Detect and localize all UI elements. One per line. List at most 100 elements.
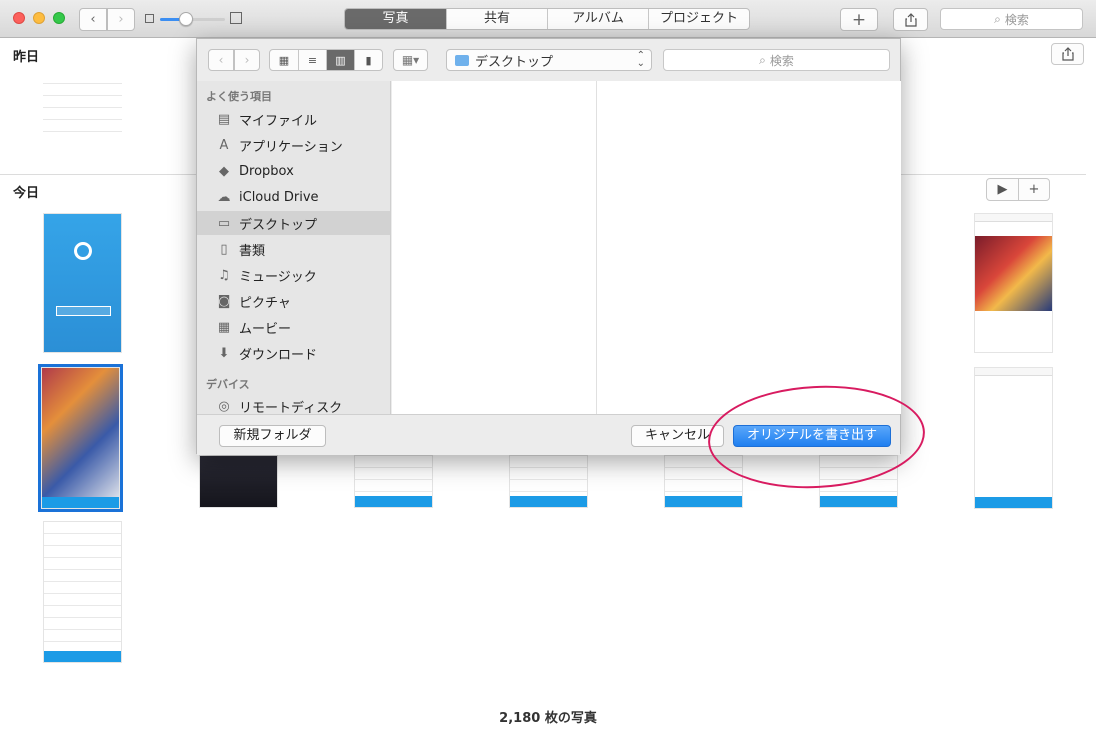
arrange-button[interactable]: ▦▾: [393, 49, 428, 71]
photo-thumbnail[interactable]: [43, 213, 122, 353]
add-button[interactable]: +: [840, 8, 878, 31]
section-today-label: 今日: [13, 186, 40, 201]
sidebar-item-downloads[interactable]: ⬇ ダウンロード: [197, 341, 390, 365]
sidebar-item-desktop[interactable]: ▭ デスクトップ: [197, 211, 390, 235]
photo-thumbnail[interactable]: [509, 455, 588, 508]
sidebar-item-documents[interactable]: ▯ 書類: [197, 237, 390, 261]
sidebar-item-applications[interactable]: A アプリケーション: [197, 133, 390, 157]
camera-icon: ◙: [217, 293, 231, 309]
plus-icon: +: [851, 9, 867, 30]
dialog-forward-button[interactable]: ›: [234, 49, 260, 71]
search-placeholder: 検索: [1004, 12, 1029, 27]
desktop-icon: ▭: [217, 215, 231, 231]
thumbnail-status-bar: [975, 214, 1052, 222]
section-add-button[interactable]: +: [1018, 179, 1049, 200]
sidebar-item-icloud-drive[interactable]: ☁ iCloud Drive: [197, 185, 390, 209]
grid-icon: ▦: [278, 53, 290, 67]
sidebar-item-label: ムービー: [239, 321, 292, 337]
sidebar-item-label: デスクトップ: [239, 217, 318, 233]
sidebar-item-label: ダウンロード: [239, 347, 318, 363]
disc-icon: ◎: [218, 398, 230, 414]
photo-thumbnail[interactable]: [43, 72, 122, 139]
section-share-button[interactable]: [1051, 43, 1084, 65]
tab-albums[interactable]: アルバム: [547, 9, 648, 29]
play-icon: ▶: [997, 182, 1008, 197]
zoom-window-button[interactable]: [53, 12, 65, 24]
search-field[interactable]: ⌕ 検索: [940, 8, 1083, 30]
view-segmented-control: 写真 共有 アルバム プロジェクト: [344, 8, 750, 30]
location-label: デスクトップ: [475, 54, 554, 70]
list-view-button[interactable]: ≡: [298, 50, 326, 70]
view-mode-control: ▦ ≡ ▥ ▮: [269, 49, 383, 71]
sidebar-item-label: ミュージック: [239, 269, 317, 285]
thumbnail-player-bar: [665, 496, 742, 507]
thumbnail-player-bar: [355, 496, 432, 507]
photo-thumbnail[interactable]: [354, 455, 433, 508]
sidebar-item-pictures[interactable]: ◙ ピクチャ: [197, 289, 390, 313]
chevron-right-icon: ›: [244, 53, 250, 67]
dialog-search-field[interactable]: ⌕ 検索: [663, 49, 890, 71]
search-icon: ⌕: [759, 52, 766, 67]
close-window-button[interactable]: [13, 12, 25, 24]
location-popup[interactable]: デスクトップ ⌃ ⌄: [446, 49, 652, 71]
minimize-window-button[interactable]: [33, 12, 45, 24]
photo-count: 2,180 枚の写真: [499, 711, 597, 726]
sidebar-item-my-files[interactable]: ▤ マイファイル: [197, 107, 390, 131]
tab-shared[interactable]: 共有: [446, 9, 547, 29]
favorites-header: よく使う項目: [206, 90, 272, 103]
folder-icon: [455, 54, 469, 66]
plus-icon: +: [1028, 182, 1040, 197]
sidebar-item-dropbox[interactable]: ◆ Dropbox: [197, 159, 390, 183]
browser-column-2[interactable]: [597, 81, 901, 414]
sidebar-item-label: iCloud Drive: [239, 189, 319, 205]
tab-projects[interactable]: プロジェクト: [648, 9, 749, 29]
coverflow-view-button[interactable]: ▮: [354, 50, 382, 70]
sidebar-item-movies[interactable]: ▦ ムービー: [197, 315, 390, 339]
dropbox-icon: ◆: [219, 163, 229, 179]
dialog-back-button[interactable]: ‹: [208, 49, 234, 71]
documents-icon: ▯: [220, 241, 228, 257]
tab-photos[interactable]: 写真: [345, 9, 446, 29]
film-icon: ▦: [217, 319, 231, 335]
thumbnail-button-shape: [56, 306, 111, 316]
sidebar-item-label: アプリケーション: [239, 139, 343, 155]
cloud-icon: ☁: [217, 189, 231, 205]
section-divider: [901, 174, 1086, 175]
slideshow-button[interactable]: ▶: [987, 179, 1018, 200]
zoom-slider-knob[interactable]: [179, 12, 193, 26]
photo-thumbnail-selected[interactable]: [38, 364, 123, 512]
back-button[interactable]: ‹: [79, 8, 107, 31]
dialog-search-placeholder: 検索: [769, 53, 794, 68]
share-button[interactable]: [893, 8, 928, 31]
coverflow-icon: ▮: [365, 53, 372, 67]
album-art: [975, 236, 1052, 311]
updown-chevron-icon: ⌃ ⌄: [636, 50, 645, 69]
sidebar-item-label: マイファイル: [239, 113, 318, 129]
devices-header: デバイス: [206, 378, 250, 391]
sidebar-item-label: リモートディスク: [239, 400, 343, 415]
column-view-button[interactable]: ▥: [326, 50, 354, 70]
photo-thumbnail[interactable]: [974, 213, 1053, 353]
icon-view-button[interactable]: ▦: [270, 50, 298, 70]
dialog-sidebar: よく使う項目 ▤ マイファイル A アプリケーション ◆ Dropbox ☁ iClou…: [197, 81, 391, 414]
photo-thumbnail[interactable]: [43, 521, 122, 663]
sidebar-item-remote-disc[interactable]: ◎ リモートディスク: [197, 394, 390, 415]
chevron-left-icon: ‹: [90, 12, 96, 27]
thumbnail-player-bar: [510, 496, 587, 507]
zoom-out-icon: [145, 14, 154, 23]
new-folder-button[interactable]: 新規フォルダ: [219, 425, 326, 447]
thumbnail-player-bar: [42, 497, 119, 508]
photos-toolbar: ‹ › 写真 共有 アルバム プロジェクト + ⌕ 検索: [0, 0, 1096, 38]
sidebar-item-label: 書類: [239, 243, 266, 259]
photo-thumbnail[interactable]: [974, 367, 1053, 509]
sidebar-item-label: ピクチャ: [239, 295, 291, 311]
sidebar-item-music[interactable]: ♫ ミュージック: [197, 263, 390, 287]
photo-thumbnail[interactable]: [199, 455, 278, 508]
all-files-icon: ▤: [217, 111, 231, 127]
section-divider: [0, 174, 196, 175]
browser-column-1[interactable]: [392, 81, 597, 414]
search-icon: ⌕: [994, 11, 1001, 26]
chevron-right-icon: ›: [118, 12, 124, 27]
music-icon: ♫: [218, 267, 230, 283]
forward-button[interactable]: ›: [107, 8, 135, 31]
